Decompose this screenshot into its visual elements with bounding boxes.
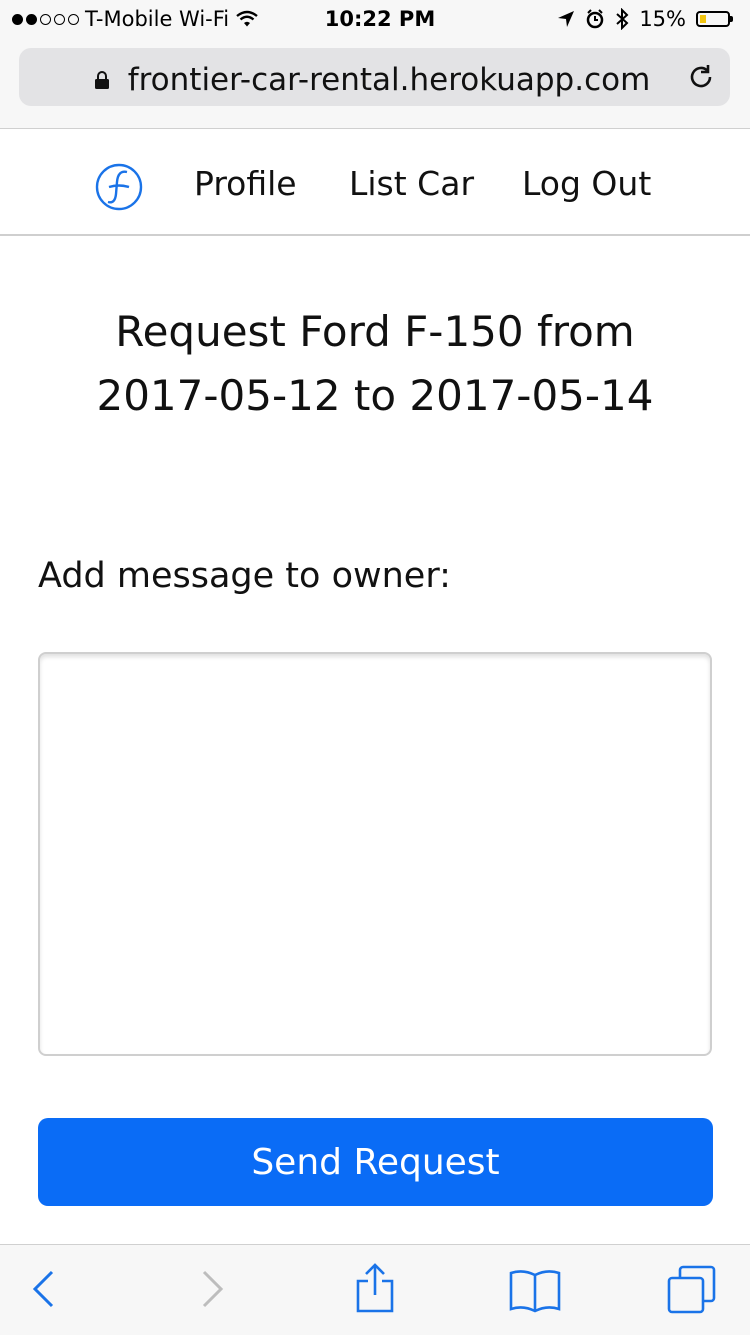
status-right: 15% <box>557 7 733 31</box>
title-line-2: 2017-05-12 to 2017-05-14 <box>96 371 654 420</box>
location-icon <box>558 11 575 27</box>
message-textarea[interactable] <box>38 652 712 1056</box>
back-icon[interactable] <box>30 1269 56 1309</box>
browser-address-area: frontier-car-rental.herokuapp.com <box>0 40 750 129</box>
nav-list-car[interactable]: List Car <box>349 164 474 203</box>
bookmarks-icon[interactable] <box>508 1267 562 1313</box>
bluetooth-icon <box>616 8 629 30</box>
nav-log-out[interactable]: Log Out <box>522 164 651 203</box>
browser-toolbar <box>0 1244 750 1335</box>
message-label: Add message to owner: <box>38 556 451 596</box>
page-title: Request Ford F-150 from 2017-05-12 to 20… <box>0 300 750 428</box>
nav-profile[interactable]: Profile <box>194 164 297 203</box>
url-text[interactable]: frontier-car-rental.herokuapp.com <box>59 62 719 98</box>
send-request-button[interactable]: Send Request <box>38 1118 713 1206</box>
address-bar[interactable]: frontier-car-rental.herokuapp.com <box>19 48 730 106</box>
reload-icon[interactable] <box>686 62 716 92</box>
status-bar: T-Mobile Wi-Fi 10:22 PM 15% <box>0 0 750 40</box>
battery-icon <box>696 11 733 27</box>
title-line-1: Request Ford F-150 from <box>115 307 635 356</box>
alarm-icon <box>587 9 604 29</box>
battery-percent: 15% <box>639 7 686 31</box>
forward-icon[interactable] <box>200 1269 226 1309</box>
tabs-icon[interactable] <box>666 1265 718 1315</box>
frontier-logo-icon[interactable] <box>94 162 144 212</box>
share-icon[interactable] <box>355 1263 395 1315</box>
